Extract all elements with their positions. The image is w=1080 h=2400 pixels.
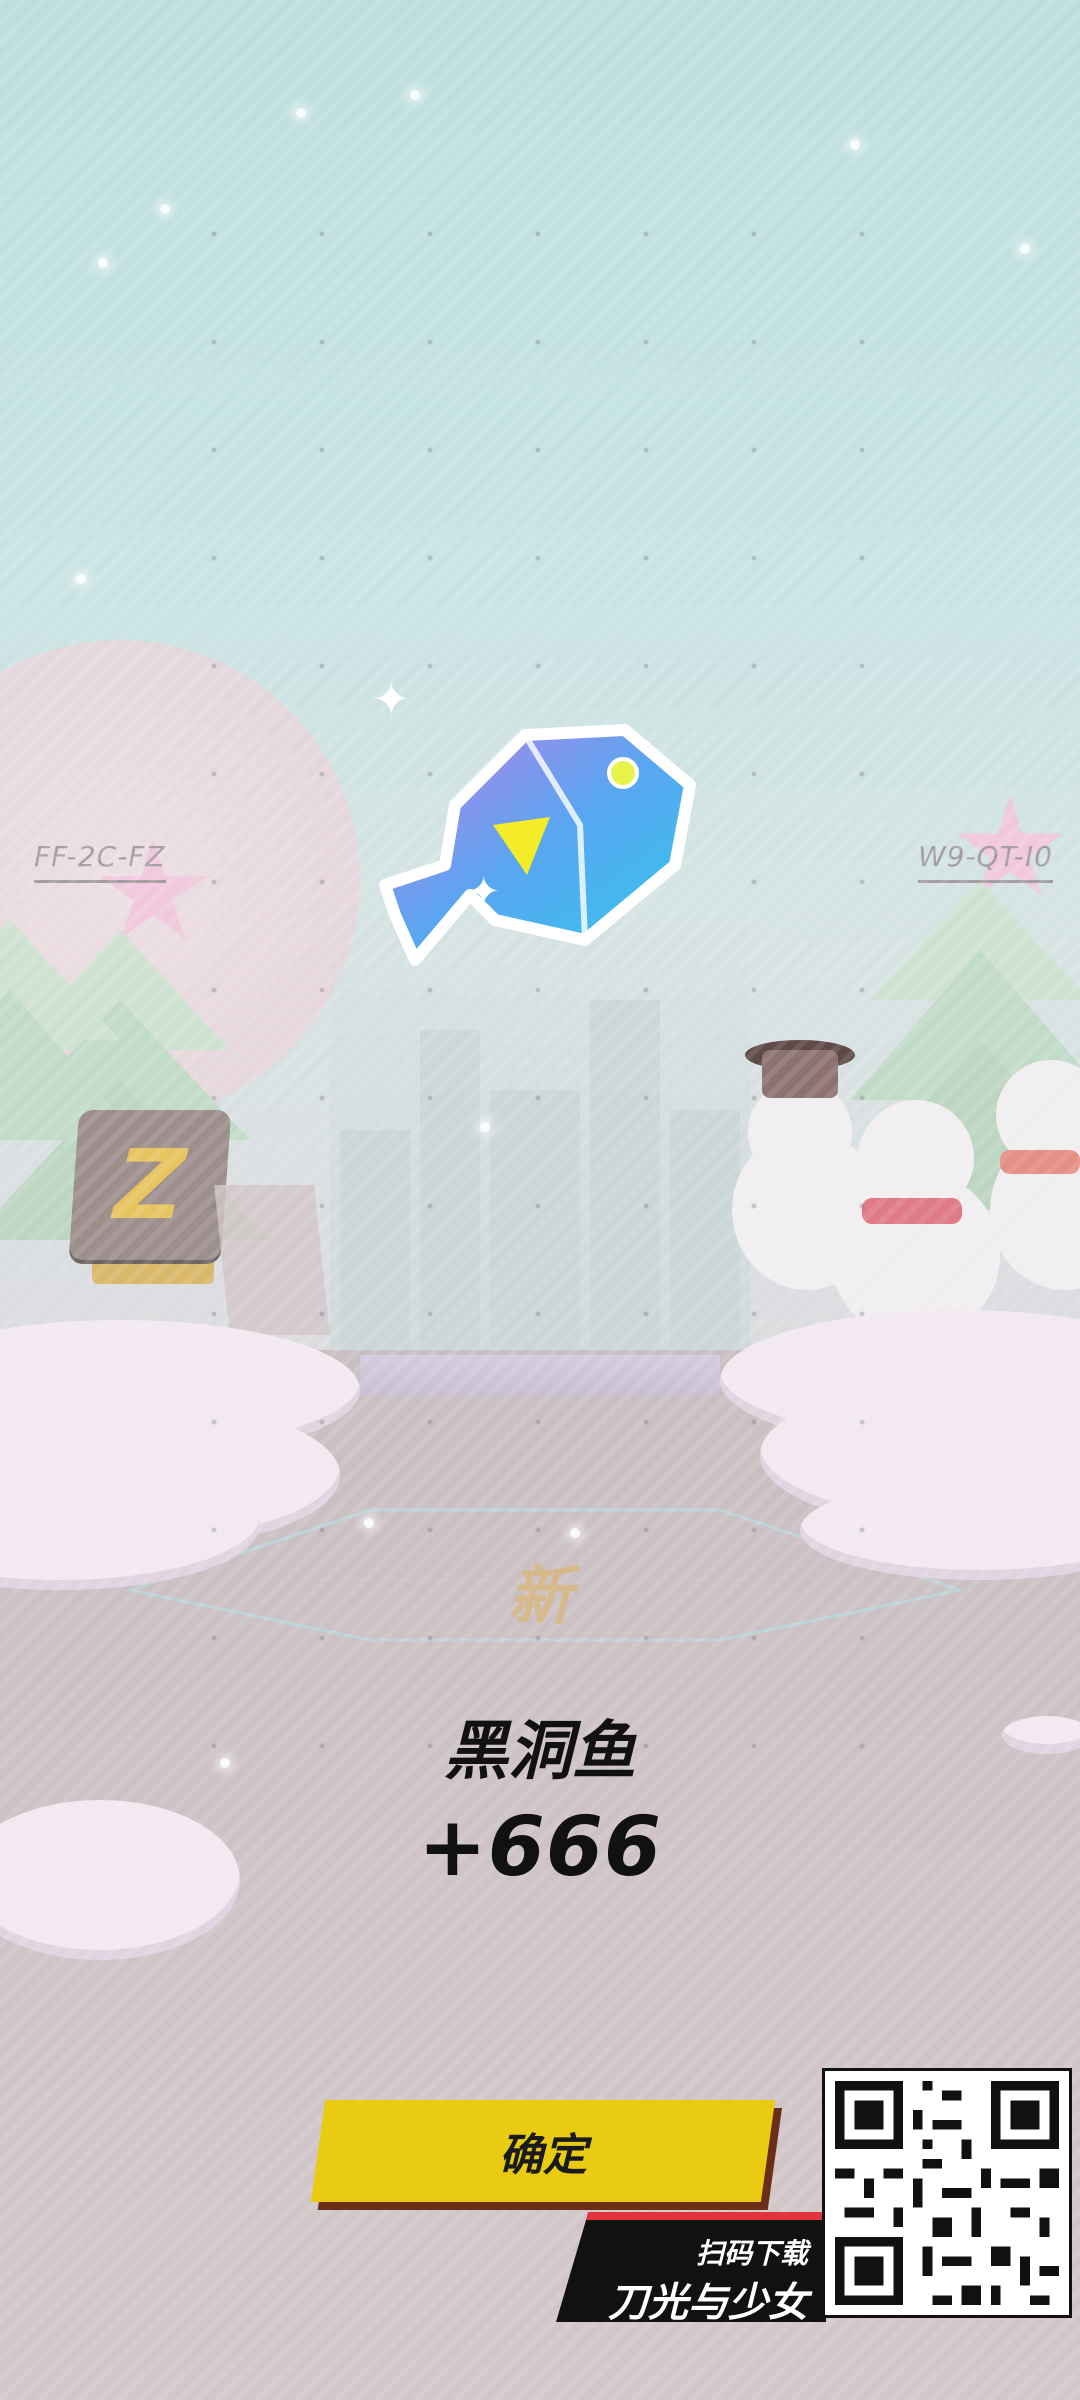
snowflake bbox=[98, 258, 108, 268]
item-name: 黑洞鱼 bbox=[444, 1715, 636, 1789]
snowflake bbox=[296, 108, 306, 118]
qr-code-icon[interactable] bbox=[822, 2068, 1072, 2318]
game-scene: FF-2C-FZ Z W9-QT-I0 bbox=[0, 0, 1080, 2400]
item-count: +666 bbox=[418, 1800, 662, 1895]
snowflake bbox=[480, 1122, 490, 1132]
promo-accent-line bbox=[586, 2212, 826, 2220]
snowflake bbox=[850, 140, 860, 150]
new-tag: 新 bbox=[508, 1560, 572, 1634]
confirm-button[interactable]: 确定 bbox=[310, 2100, 776, 2202]
promo-scan-text: 扫码下载 bbox=[695, 2237, 808, 2270]
snowflake bbox=[410, 90, 420, 100]
snowflake bbox=[570, 1528, 580, 1538]
left-zone-code: FF-2C-FZ bbox=[34, 840, 166, 883]
snowflake bbox=[76, 574, 86, 584]
promo-banner: 扫码下载 刀光与少女 bbox=[556, 2212, 826, 2322]
z-crate: Z bbox=[68, 1110, 232, 1260]
snowflake bbox=[160, 204, 170, 214]
snowman-right-scarf bbox=[1000, 1150, 1080, 1174]
fish-icon: ✦ bbox=[379, 724, 696, 966]
snowflake bbox=[1020, 244, 1030, 254]
snowflake bbox=[364, 1518, 374, 1528]
right-zone-code: W9-QT-I0 bbox=[918, 840, 1053, 883]
svg-text:✦: ✦ bbox=[467, 869, 501, 915]
confirm-button-label: 确定 bbox=[499, 2130, 587, 2181]
poster-board bbox=[214, 1185, 330, 1335]
promo-game-title: 刀光与少女 bbox=[608, 2280, 808, 2326]
snowman-hat-top bbox=[762, 1050, 838, 1098]
z-crate-letter: Z bbox=[111, 1129, 189, 1241]
snowman-scarf bbox=[862, 1198, 962, 1224]
